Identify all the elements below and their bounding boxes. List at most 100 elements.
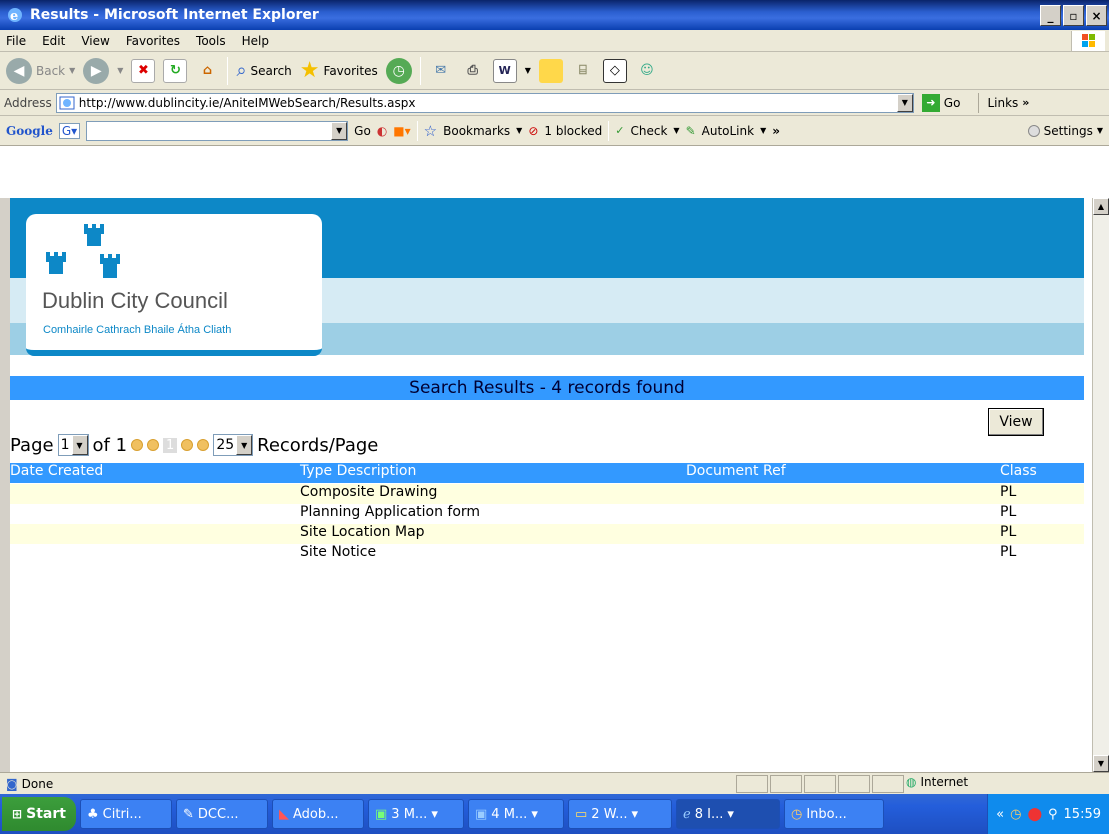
google-settings-button[interactable]: Settings ▼ [1027,124,1109,138]
view-button[interactable]: View [988,408,1044,436]
google-news-icon[interactable]: ■▾ [393,124,410,138]
clock[interactable]: 15:59 [1064,807,1101,822]
task-citrix[interactable]: ♣ Citri... [80,799,172,829]
zone-label: Internet [920,775,969,789]
refresh-icon[interactable]: ↻ [163,58,188,83]
ie-task-icon: ℯ [683,806,691,822]
cell-type-description[interactable]: Composite Drawing [300,484,437,500]
address-input[interactable]: http://www.dublincity.ie/AniteIMWebSearc… [55,92,914,113]
task-label: 4 M... [491,806,528,822]
discuss-icon[interactable] [538,58,563,83]
research-icon[interactable]: ⌸ [571,59,595,83]
windows-logo-icon: ⊞ [12,807,23,821]
table-row[interactable]: Planning Application form PL [10,504,1084,524]
scroll-up-icon[interactable]: ▲ [1093,198,1109,215]
col-class[interactable]: Class [1000,463,1037,479]
page-select[interactable]: 1 ▼ [57,434,89,456]
last-page-icon[interactable] [197,439,210,451]
vertical-scrollbar[interactable]: ▲ ▼ [1092,198,1109,772]
forward-button[interactable]: ▶ [83,57,110,84]
go-button[interactable]: ➜ Go [921,93,960,112]
menu-file[interactable]: File [6,34,26,48]
popup-blocked-count[interactable]: 1 blocked [544,124,602,138]
first-page-icon[interactable] [131,439,144,451]
task-label: 8 I... [694,806,724,822]
google-menu-icon[interactable]: G▾ [58,122,81,139]
links-chevron-icon[interactable]: » [1022,96,1029,109]
pager: Page 1 ▼ of 1 1 25 ▼ Records/Page [10,434,378,456]
windows-flag-icon [1071,31,1105,51]
task-inbox[interactable]: ◷ Inbo... [784,799,884,829]
address-dropdown-icon[interactable]: ▼ [896,93,913,112]
cell-type-description[interactable]: Site Notice [300,544,376,560]
google-go-button[interactable]: Go [354,124,371,138]
start-button[interactable]: ⊞ Start [2,797,76,831]
back-button[interactable]: ◀ Back ▼ [6,57,75,84]
menu-favorites[interactable]: Favorites [126,34,180,48]
messenger-icon[interactable]: ☺ [635,59,659,83]
word-edit-icon[interactable]: W [492,58,517,83]
favorites-button[interactable]: ★ Favorites [300,58,378,83]
edit-dropdown-icon[interactable]: ▼ [525,66,531,75]
bookmarks-button[interactable]: Bookmarks [443,124,510,138]
google-search-dropdown-icon[interactable]: ▼ [331,121,348,140]
table-row[interactable]: Composite Drawing PL [10,484,1084,504]
tray-clock-app-icon[interactable]: ◷ [1010,807,1021,822]
favorites-label: Favorites [323,63,378,78]
print-icon[interactable]: ⎙ [461,59,485,83]
close-button[interactable]: × [1086,5,1107,26]
menu-view[interactable]: View [81,34,109,48]
mail-icon[interactable]: ✉ [429,59,453,83]
folder-icon: ▭ [575,806,588,822]
check-button[interactable]: Check [630,124,667,138]
col-date-created[interactable]: Date Created [10,463,103,479]
google-tools-icon[interactable]: ◐ [377,124,387,138]
col-type-description[interactable]: Type Description [300,463,416,479]
svg-text:e: e [10,9,18,24]
tray-expand-icon[interactable]: « [996,807,1004,822]
previous-page-icon[interactable] [147,439,160,451]
media-icon[interactable]: ◇ [602,58,627,83]
menu-tools[interactable]: Tools [196,34,226,48]
google-logo[interactable]: Google [6,124,53,138]
search-button[interactable]: ⌕ Search [236,60,291,81]
task-explorer[interactable]: ▭ 2 W... ▾ [568,799,672,829]
menu-help[interactable]: Help [242,34,269,48]
excel-icon: ▣ [375,806,388,822]
task-internet-explorer[interactable]: ℯ8 I... ▾ [676,799,780,829]
stop-icon[interactable]: ✖ [131,58,156,83]
task-dcc[interactable]: ✎ DCC... [176,799,268,829]
back-dropdown-icon[interactable]: ▼ [69,66,75,75]
per-page-dropdown-icon[interactable]: ▼ [236,435,253,455]
task-adobe[interactable]: ◣ Adob... [272,799,364,829]
results-table-header: Date Created Type Description Document R… [10,463,1084,483]
per-page-select[interactable]: 25 ▼ [213,434,254,456]
home-icon[interactable]: ⌂ [195,59,219,83]
google-search-input[interactable]: ▼ [86,120,349,141]
page-select-dropdown-icon[interactable]: ▼ [71,435,88,455]
cell-type-description[interactable]: Site Location Map [300,524,425,540]
history-icon[interactable]: ◷ [385,57,412,84]
col-document-ref[interactable]: Document Ref [686,463,786,479]
standard-toolbar: ◀ Back ▼ ▶ ▼ ✖ ↻ ⌂ ⌕ Search ★ Favorites … [0,52,1109,90]
autolink-button[interactable]: AutoLink [702,124,754,138]
links-button[interactable]: Links [987,96,1018,110]
table-row[interactable]: Site Location Map PL [10,524,1084,544]
scroll-down-icon[interactable]: ▼ [1093,755,1109,772]
maximize-button[interactable]: ▫ [1063,5,1084,26]
tray-network-icon[interactable]: ⚲ [1048,807,1058,822]
internet-globe-icon: ◍ [906,775,917,789]
current-page-number[interactable]: 1 [163,437,178,453]
menu-edit[interactable]: Edit [42,34,65,48]
next-page-icon[interactable] [181,439,194,451]
cell-type-description[interactable]: Planning Application form [300,504,480,520]
table-row[interactable]: Site Notice PL [10,544,1084,564]
address-label: Address [4,95,52,110]
minimize-button[interactable]: _ [1040,5,1061,26]
tray-shield-icon[interactable]: ⬤ [1027,807,1042,822]
task-label: Citri... [102,806,142,822]
google-more-chevron-icon[interactable]: » [772,124,780,138]
forward-dropdown-icon[interactable]: ▼ [117,66,123,75]
task-word[interactable]: ▣ 4 M... ▾ [468,799,564,829]
task-excel[interactable]: ▣ 3 M... ▾ [368,799,464,829]
